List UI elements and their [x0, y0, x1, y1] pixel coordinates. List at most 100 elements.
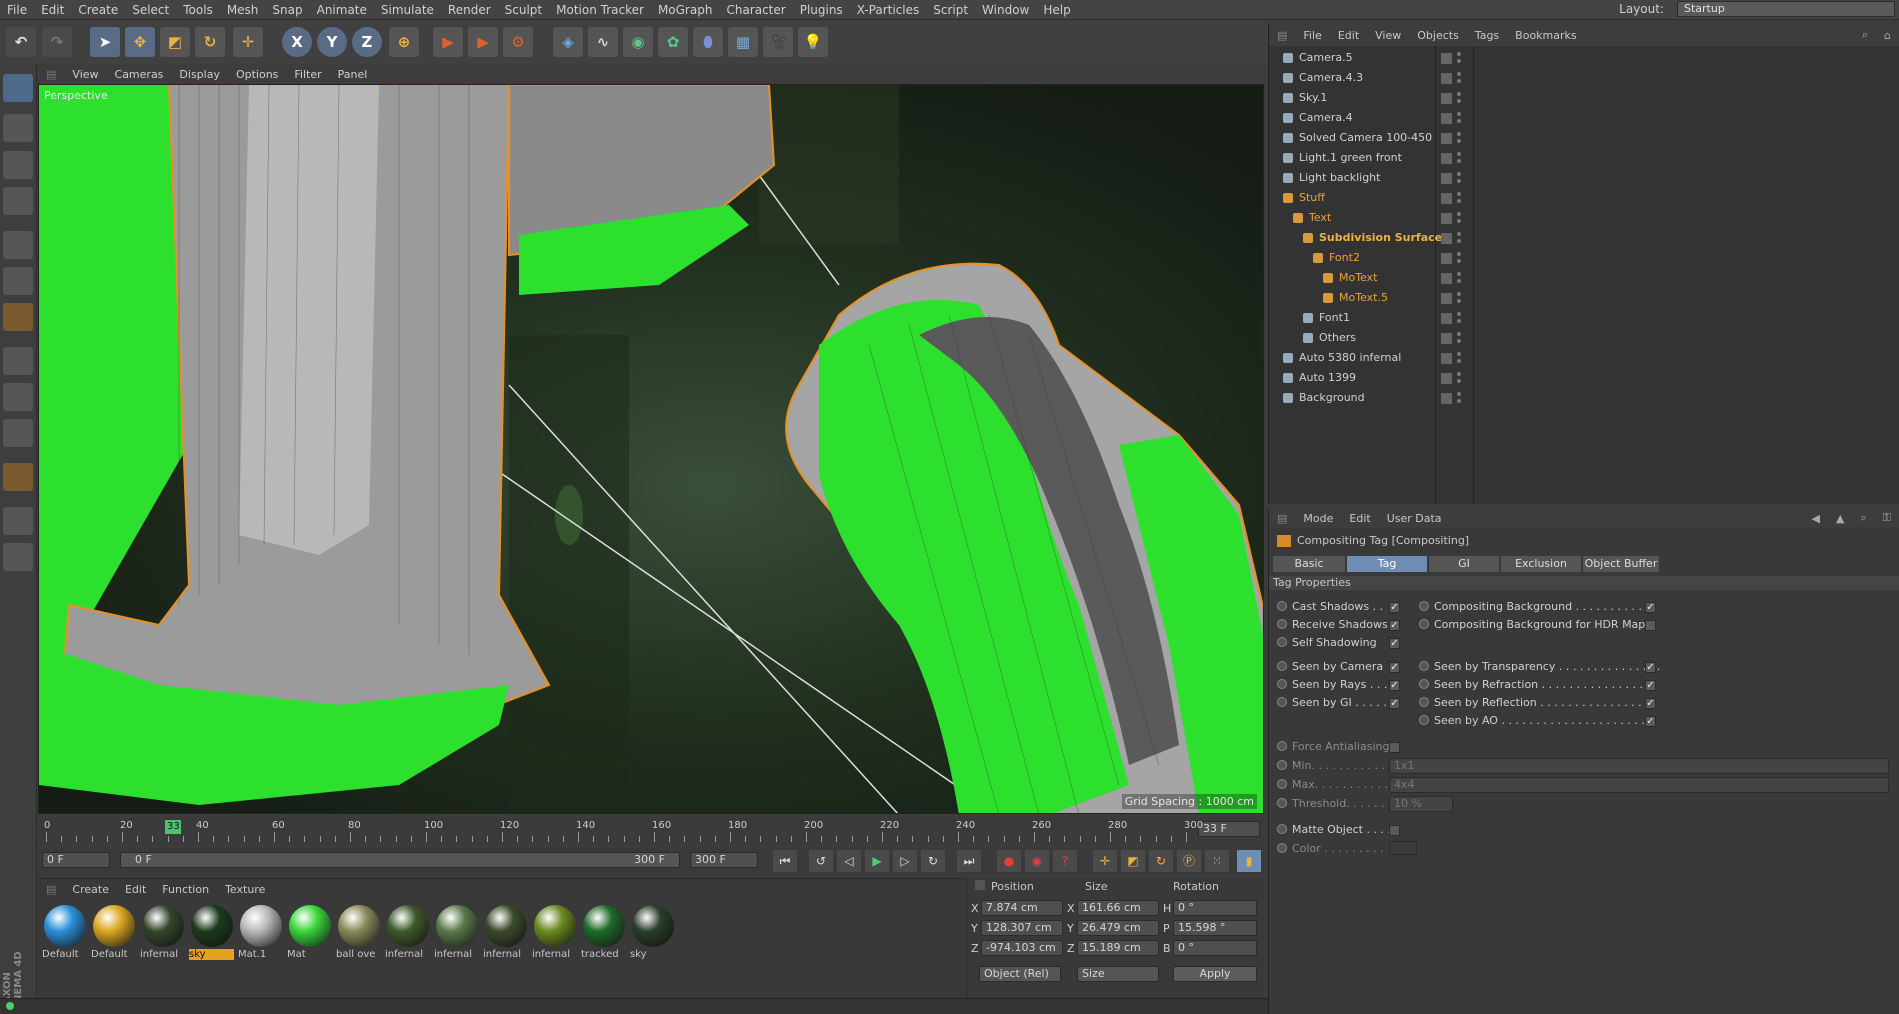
object-row[interactable]: Light.1 green front: [1269, 148, 1899, 168]
rotation-field[interactable]: 15.598 °: [1173, 920, 1257, 936]
z-axis-lock-button[interactable]: Z: [352, 27, 382, 57]
menu-script[interactable]: Script: [926, 3, 975, 17]
animate-radio[interactable]: [1277, 619, 1287, 629]
axis-mode-icon[interactable]: [3, 347, 33, 375]
material-swatch[interactable]: Default: [42, 903, 87, 965]
size-field[interactable]: 15.189 cm: [1077, 940, 1159, 956]
floor-icon[interactable]: ▦: [728, 27, 758, 57]
visibility-dots-icon[interactable]: [1457, 292, 1461, 296]
workplane-lock-icon[interactable]: [3, 507, 33, 535]
key-pla-icon[interactable]: ⁙: [1205, 850, 1229, 872]
material-swatch[interactable]: infernal: [140, 903, 185, 965]
viewport-menu-filter[interactable]: Filter: [286, 68, 329, 81]
key-position-icon[interactable]: ✛: [1093, 850, 1117, 872]
menu-motion-tracker[interactable]: Motion Tracker: [549, 3, 651, 17]
animate-radio[interactable]: [1419, 697, 1429, 707]
animate-radio[interactable]: [1419, 715, 1429, 725]
animate-radio[interactable]: [1277, 697, 1287, 707]
visibility-dots-icon[interactable]: [1457, 319, 1461, 323]
go-to-end-icon[interactable]: ⏭: [957, 850, 981, 872]
force-antialiasing-checkbox[interactable]: [1389, 742, 1400, 753]
play-icon[interactable]: ▶: [865, 850, 889, 872]
object-row[interactable]: MoText.5: [1269, 288, 1899, 308]
visibility-dots-icon[interactable]: [1457, 179, 1461, 183]
visibility-dots-icon[interactable]: [1457, 279, 1461, 283]
coordinate-system-icon[interactable]: ⊕: [389, 27, 419, 57]
workplane-icon[interactable]: [3, 187, 33, 215]
visibility-dots-icon[interactable]: [1457, 239, 1461, 243]
menu-animate[interactable]: Animate: [310, 3, 374, 17]
object-row[interactable]: Others: [1269, 328, 1899, 348]
object-menu-objects[interactable]: Objects: [1409, 29, 1467, 42]
timeline-ruler[interactable]: 33 33 F 0 20 40 60 80 100 120 140 160 180 200 220 24…: [38, 818, 1264, 844]
visibility-dots-icon[interactable]: [1457, 252, 1461, 256]
animate-radio[interactable]: [1419, 679, 1429, 689]
visibility-dots-icon[interactable]: [1457, 79, 1461, 83]
visibility-dots-icon[interactable]: [1457, 99, 1461, 103]
visibility-dots-icon[interactable]: [1457, 332, 1461, 336]
visibility-dots-icon[interactable]: [1457, 119, 1461, 123]
menu-mesh[interactable]: Mesh: [220, 3, 266, 17]
object-row[interactable]: MoText: [1269, 268, 1899, 288]
object-row[interactable]: Sky.1: [1269, 88, 1899, 108]
position-field[interactable]: 7.874 cm: [981, 900, 1063, 916]
min-dropdown[interactable]: 1x1: [1389, 758, 1889, 774]
material-swatch[interactable]: infernal: [532, 903, 577, 965]
points-mode-icon[interactable]: [3, 231, 33, 259]
material-swatch[interactable]: sky: [189, 903, 234, 965]
mograph-icon[interactable]: ✿: [658, 27, 688, 57]
property-checkbox[interactable]: ✓: [1389, 602, 1400, 613]
visibility-dots-icon[interactable]: [1457, 392, 1461, 396]
object-row[interactable]: Camera.5: [1269, 48, 1899, 68]
size-field[interactable]: 26.479 cm: [1077, 920, 1159, 936]
lock-icon[interactable]: ⚿: [1875, 511, 1899, 525]
object-row[interactable]: Auto 5380 infernal: [1269, 348, 1899, 368]
property-checkbox[interactable]: ✓: [1645, 662, 1656, 673]
property-checkbox[interactable]: ✓: [1645, 602, 1656, 613]
up-arrow-icon[interactable]: ▲: [1828, 512, 1852, 525]
go-to-start-icon[interactable]: ⏮: [773, 850, 797, 872]
cube-icon[interactable]: ◈: [553, 27, 583, 57]
light-icon[interactable]: 💡: [798, 27, 828, 57]
max-dropdown[interactable]: 4x4: [1389, 777, 1889, 793]
tab-object-buffer[interactable]: Object Buffer: [1583, 556, 1659, 572]
material-swatch[interactable]: ball ove: [336, 903, 381, 965]
object-row[interactable]: Light backlight: [1269, 168, 1899, 188]
current-frame-field[interactable]: 33 F: [1198, 821, 1260, 837]
key-parameter-icon[interactable]: Ⓟ: [1177, 850, 1201, 872]
search-icon[interactable]: ⌕: [1854, 28, 1876, 42]
visibility-dots-icon[interactable]: [1457, 272, 1461, 276]
object-menu-edit[interactable]: Edit: [1330, 29, 1367, 42]
deformer-icon[interactable]: ⬮: [693, 27, 723, 57]
object-row[interactable]: Camera.4.3: [1269, 68, 1899, 88]
material-swatch[interactable]: infernal: [385, 903, 430, 965]
home-icon[interactable]: ⌂: [1876, 29, 1899, 42]
render-settings-icon[interactable]: ⚙: [503, 27, 533, 57]
object-row[interactable]: Camera.4: [1269, 108, 1899, 128]
material-swatch[interactable]: Mat: [287, 903, 332, 965]
menu-snap[interactable]: Snap: [265, 3, 309, 17]
visibility-dots-icon[interactable]: [1457, 159, 1461, 163]
property-checkbox[interactable]: ✓: [1389, 698, 1400, 709]
attribute-menu-edit[interactable]: Edit: [1341, 512, 1378, 525]
tab-gi[interactable]: GI: [1429, 556, 1499, 572]
previous-key-icon[interactable]: ↺: [809, 850, 833, 872]
property-checkbox[interactable]: ✓: [1389, 638, 1400, 649]
rotate-icon[interactable]: ↻: [195, 27, 225, 57]
visibility-dots-icon[interactable]: [1457, 52, 1461, 56]
menu-window[interactable]: Window: [975, 3, 1036, 17]
texture-mode-icon[interactable]: [3, 151, 33, 179]
autokey-icon[interactable]: ◉: [1025, 850, 1049, 872]
viewport[interactable]: Perspective Grid Spacing : 1000 cm: [38, 84, 1264, 814]
object-menu-tags[interactable]: Tags: [1467, 29, 1507, 42]
visibility-dots-icon[interactable]: [1457, 339, 1461, 343]
previous-frame-icon[interactable]: ◁: [837, 850, 861, 872]
y-axis-lock-button[interactable]: Y: [317, 27, 347, 57]
animate-radio[interactable]: [1419, 619, 1429, 629]
back-arrow-icon[interactable]: ◀: [1804, 512, 1828, 525]
visibility-dots-icon[interactable]: [1457, 232, 1461, 236]
material-menu-function[interactable]: Function: [154, 883, 217, 896]
coordinate-mode-dropdown[interactable]: Object (Rel): [979, 966, 1061, 982]
tweak-mode-icon[interactable]: [3, 383, 33, 411]
threshold-field[interactable]: 10 %: [1389, 796, 1453, 812]
